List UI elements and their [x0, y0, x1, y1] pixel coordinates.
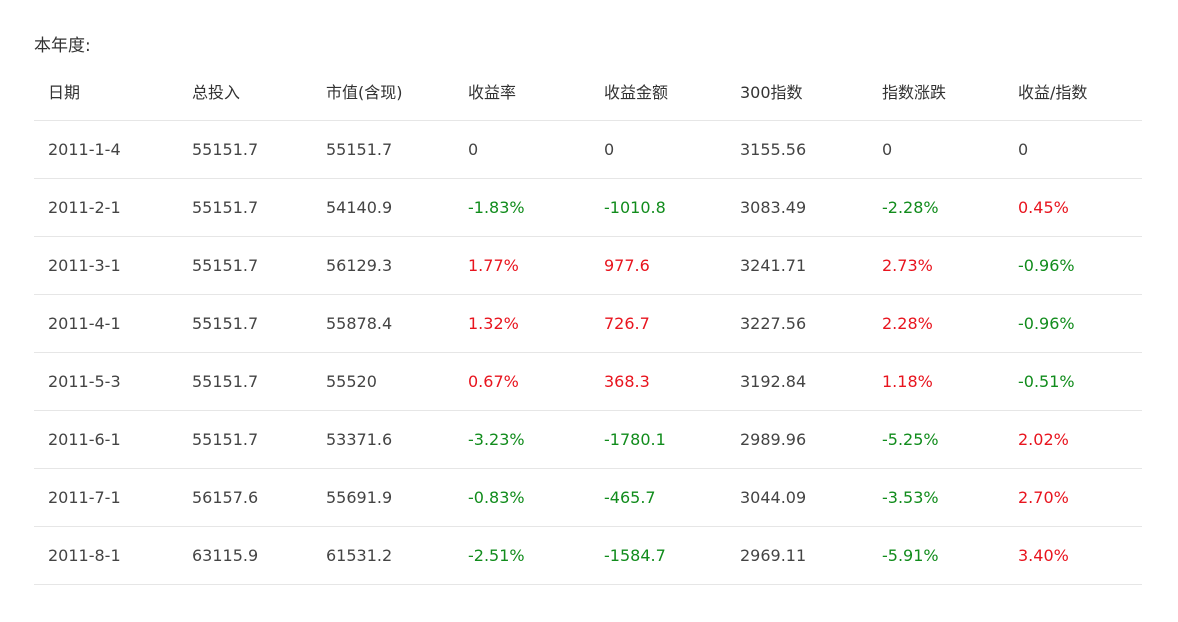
cell-return-vs-index: -0.96%: [1004, 236, 1142, 295]
cell-index-300: 3083.49: [726, 178, 868, 237]
cell-return-rate: 1.32%: [454, 294, 590, 353]
cell-index-change: -3.53%: [868, 468, 1004, 527]
cell-return-vs-index: 2.70%: [1004, 468, 1142, 527]
cell-total-invested: 55151.7: [178, 178, 312, 237]
cell-date: 2011-1-4: [34, 120, 178, 179]
cell-return-amount: -1584.7: [590, 526, 726, 585]
section-title: 本年度:: [34, 36, 91, 56]
table-row: 2011-1-4 55151.7 55151.7 0 0 3155.56 0 0: [34, 120, 1142, 179]
cell-index-300: 2989.96: [726, 410, 868, 469]
cell-total-invested: 56157.6: [178, 468, 312, 527]
cell-index-300: 3044.09: [726, 468, 868, 527]
cell-return-amount: 0: [590, 120, 726, 179]
cell-index-300: 3192.84: [726, 352, 868, 411]
cell-market-value: 54140.9: [312, 178, 454, 237]
table-row: 2011-3-1 55151.7 56129.3 1.77% 977.6 3241.71 2…: [34, 236, 1142, 295]
header-date: 日期: [34, 66, 178, 121]
cell-index-change: 2.73%: [868, 236, 1004, 295]
header-return-amount: 收益金额: [590, 66, 726, 121]
cell-return-amount: 977.6: [590, 236, 726, 295]
cell-total-invested: 55151.7: [178, 352, 312, 411]
cell-market-value: 55691.9: [312, 468, 454, 527]
cell-return-vs-index: 0: [1004, 120, 1142, 179]
cell-index-change: 0: [868, 120, 1004, 179]
cell-market-value: 55878.4: [312, 294, 454, 353]
header-total-invested: 总投入: [178, 66, 312, 121]
cell-date: 2011-6-1: [34, 410, 178, 469]
header-index-change: 指数涨跌: [868, 66, 1004, 121]
cell-return-amount: 368.3: [590, 352, 726, 411]
cell-date: 2011-2-1: [34, 178, 178, 237]
cell-total-invested: 55151.7: [178, 120, 312, 179]
table-row: 2011-4-1 55151.7 55878.4 1.32% 726.7 3227.56 2…: [34, 294, 1142, 353]
cell-return-vs-index: 3.40%: [1004, 526, 1142, 585]
cell-return-rate: 0.67%: [454, 352, 590, 411]
table-row: 2011-8-1 63115.9 61531.2 -2.51% -1584.7 2969.…: [34, 526, 1142, 585]
cell-date: 2011-5-3: [34, 352, 178, 411]
cell-market-value: 53371.6: [312, 410, 454, 469]
cell-return-vs-index: -0.51%: [1004, 352, 1142, 411]
cell-return-amount: 726.7: [590, 294, 726, 353]
cell-index-change: -5.25%: [868, 410, 1004, 469]
cell-return-amount: -1780.1: [590, 410, 726, 469]
cell-total-invested: 55151.7: [178, 294, 312, 353]
cell-date: 2011-4-1: [34, 294, 178, 353]
cell-index-change: 1.18%: [868, 352, 1004, 411]
cell-index-change: -2.28%: [868, 178, 1004, 237]
cell-return-rate: -0.83%: [454, 468, 590, 527]
cell-market-value: 55520: [312, 352, 454, 411]
annual-summary: 本年度: 日期 总投入 市值(含现) 收益率 收益金额 300指数 指数涨跌 收…: [34, 34, 1142, 585]
cell-return-rate: -3.23%: [454, 410, 590, 469]
cell-date: 2011-8-1: [34, 526, 178, 585]
header-market-value: 市值(含现): [312, 66, 454, 121]
cell-index-300: 3227.56: [726, 294, 868, 353]
header-return-vs-index: 收益/指数: [1004, 66, 1142, 121]
table-row: 2011-2-1 55151.7 54140.9 -1.83% -1010.8 3083.…: [34, 178, 1142, 237]
cell-total-invested: 55151.7: [178, 236, 312, 295]
cell-index-change: -5.91%: [868, 526, 1004, 585]
cell-return-rate: 1.77%: [454, 236, 590, 295]
table-row: 2011-5-3 55151.7 55520 0.67% 368.3 3192.84 1.1…: [34, 352, 1142, 411]
cell-return-rate: 0: [454, 120, 590, 179]
cell-return-amount: -1010.8: [590, 178, 726, 237]
cell-date: 2011-3-1: [34, 236, 178, 295]
cell-return-rate: -1.83%: [454, 178, 590, 237]
cell-return-amount: -465.7: [590, 468, 726, 527]
cell-date: 2011-7-1: [34, 468, 178, 527]
cell-return-rate: -2.51%: [454, 526, 590, 585]
cell-return-vs-index: -0.96%: [1004, 294, 1142, 353]
cell-market-value: 61531.2: [312, 526, 454, 585]
table-row: 2011-6-1 55151.7 53371.6 -3.23% -1780.1 2989.…: [34, 410, 1142, 469]
cell-index-change: 2.28%: [868, 294, 1004, 353]
cell-index-300: 3241.71: [726, 236, 868, 295]
table-row: 2011-7-1 56157.6 55691.9 -0.83% -465.7 3044.0…: [34, 468, 1142, 527]
performance-table: 日期 总投入 市值(含现) 收益率 收益金额 300指数 指数涨跌 收益/指数 …: [34, 66, 1142, 585]
table-header-row: 日期 总投入 市值(含现) 收益率 收益金额 300指数 指数涨跌 收益/指数: [34, 66, 1142, 121]
cell-return-vs-index: 0.45%: [1004, 178, 1142, 237]
header-return-rate: 收益率: [454, 66, 590, 121]
cell-index-300: 3155.56: [726, 120, 868, 179]
table-body: 2011-1-4 55151.7 55151.7 0 0 3155.56 0 0 2011-2-…: [34, 120, 1142, 585]
cell-index-300: 2969.11: [726, 526, 868, 585]
cell-market-value: 55151.7: [312, 120, 454, 179]
cell-total-invested: 55151.7: [178, 410, 312, 469]
cell-total-invested: 63115.9: [178, 526, 312, 585]
cell-market-value: 56129.3: [312, 236, 454, 295]
cell-return-vs-index: 2.02%: [1004, 410, 1142, 469]
header-index-300: 300指数: [726, 66, 868, 121]
